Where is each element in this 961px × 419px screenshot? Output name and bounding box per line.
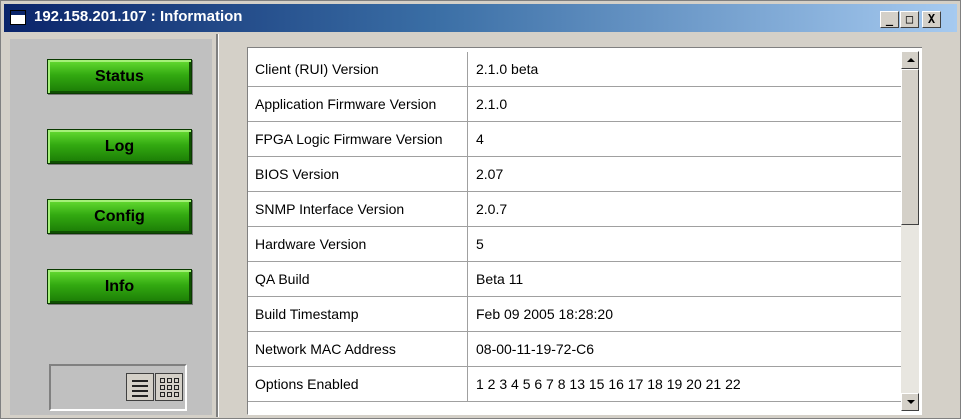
- field-name: Network MAC Address: [248, 332, 468, 366]
- field-value: Beta 11: [476, 271, 524, 287]
- field-name: Hardware Version: [248, 227, 468, 261]
- table-row: Application Firmware Version 2.1.0: [248, 87, 902, 122]
- maximize-icon: □: [905, 12, 914, 26]
- close-button[interactable]: X: [922, 11, 941, 28]
- minimize-icon: _: [885, 12, 894, 26]
- table-row: Network MAC Address 08-00-11-19-72-C6: [248, 332, 902, 367]
- field-name: Build Timestamp: [248, 297, 468, 331]
- field-name: FPGA Logic Firmware Version: [248, 122, 468, 156]
- field-value: 1 2 3 4 5 6 7 8 13 15 16 17 18 19 20 21 …: [476, 376, 741, 392]
- field-value: 5: [476, 236, 484, 252]
- field-value: 2.0.7: [476, 201, 508, 217]
- table-row: BIOS Version 2.07: [248, 157, 902, 192]
- status-button[interactable]: Status: [47, 59, 192, 94]
- field-name: SNMP Interface Version: [248, 192, 468, 226]
- field-name: QA Build: [248, 262, 468, 296]
- log-button[interactable]: Log: [47, 129, 192, 164]
- field-value: 2.07: [476, 166, 504, 182]
- info-table: Client (RUI) Version 2.1.0 beta Applicat…: [247, 47, 922, 415]
- info-button[interactable]: Info: [47, 269, 192, 304]
- vertical-scrollbar[interactable]: [901, 51, 919, 411]
- field-value: 2.1.0 beta: [476, 61, 539, 77]
- field-value: Feb 09 2005 18:28:20: [476, 306, 614, 322]
- info-window: 192.158.201.107 : Information _ □ X Stat…: [0, 0, 961, 419]
- arrow-up-icon: [907, 58, 915, 62]
- table-row: FPGA Logic Firmware Version 4: [248, 122, 902, 157]
- field-name: Options Enabled: [248, 367, 468, 401]
- field-value: 08-00-11-19-72-C6: [476, 341, 595, 357]
- minimize-button[interactable]: _: [880, 11, 899, 28]
- maximize-button[interactable]: □: [900, 11, 919, 28]
- title-bar[interactable]: 192.158.201.107 : Information _ □ X: [4, 4, 957, 32]
- view-mode-box: [49, 364, 187, 411]
- field-name: Application Firmware Version: [248, 87, 468, 121]
- window-icon: [10, 10, 26, 25]
- window-title: 192.158.201.107 : Information: [34, 8, 243, 25]
- table-row-partial: [248, 402, 902, 414]
- field-name: Client (RUI) Version: [248, 52, 468, 86]
- table-row: Options Enabled 1 2 3 4 5 6 7 8 13 15 16…: [248, 367, 902, 402]
- grid-view-icon[interactable]: [155, 373, 183, 401]
- field-value: 2.1.0: [476, 96, 508, 112]
- nav-panel: Status Log Config Info: [10, 39, 212, 415]
- scroll-up-button[interactable]: [901, 51, 919, 69]
- field-value: 4: [476, 131, 484, 147]
- table-row: Client (RUI) Version 2.1.0 beta: [248, 52, 902, 87]
- table-row: SNMP Interface Version 2.0.7: [248, 192, 902, 227]
- scroll-down-button[interactable]: [901, 393, 919, 411]
- arrow-down-icon: [907, 400, 915, 404]
- close-icon: X: [927, 12, 936, 26]
- panel-separator: [216, 34, 219, 417]
- list-view-icon[interactable]: [126, 373, 154, 401]
- table-row: Build Timestamp Feb 09 2005 18:28:20: [248, 297, 902, 332]
- table-row: Hardware Version 5: [248, 227, 902, 262]
- scroll-thumb[interactable]: [901, 69, 919, 225]
- table-row: QA Build Beta 11: [248, 262, 902, 297]
- config-button[interactable]: Config: [47, 199, 192, 234]
- field-name: BIOS Version: [248, 157, 468, 191]
